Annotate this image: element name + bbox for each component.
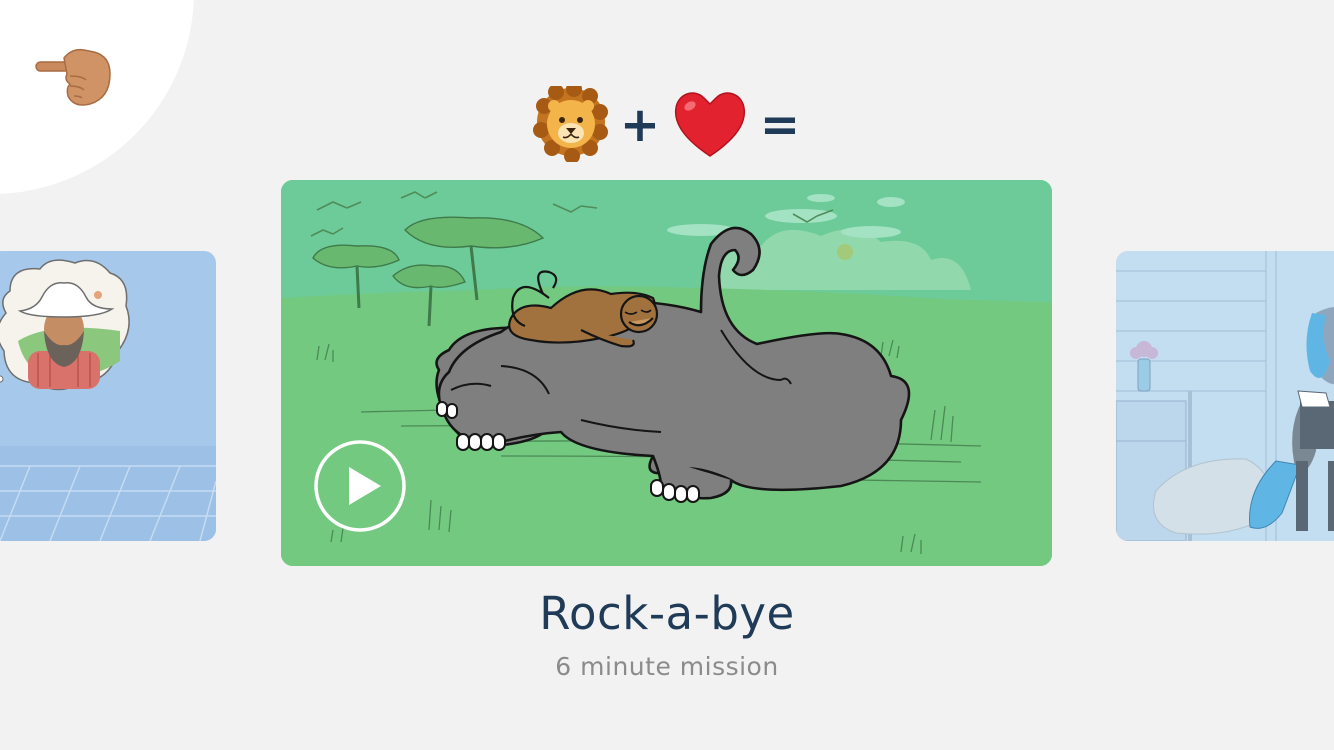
play-button[interactable] (313, 439, 407, 533)
red-heart-icon (674, 92, 746, 157)
plus-sign: + (620, 97, 660, 153)
lion-face-icon (533, 81, 608, 164)
next-mission-card[interactable] (1116, 251, 1334, 541)
mission-carousel-screen: + = Rock-a-bye 6 minute mission (0, 0, 1334, 750)
mission-title: Rock-a-bye (539, 587, 795, 640)
emoji-equation: + = (530, 81, 810, 164)
previous-mission-card[interactable] (0, 251, 216, 541)
play-icon (314, 440, 406, 532)
pointing-hand-icon[interactable] (34, 36, 114, 108)
mission-duration: 6 minute mission (555, 652, 779, 681)
equals-sign: = (760, 97, 800, 153)
